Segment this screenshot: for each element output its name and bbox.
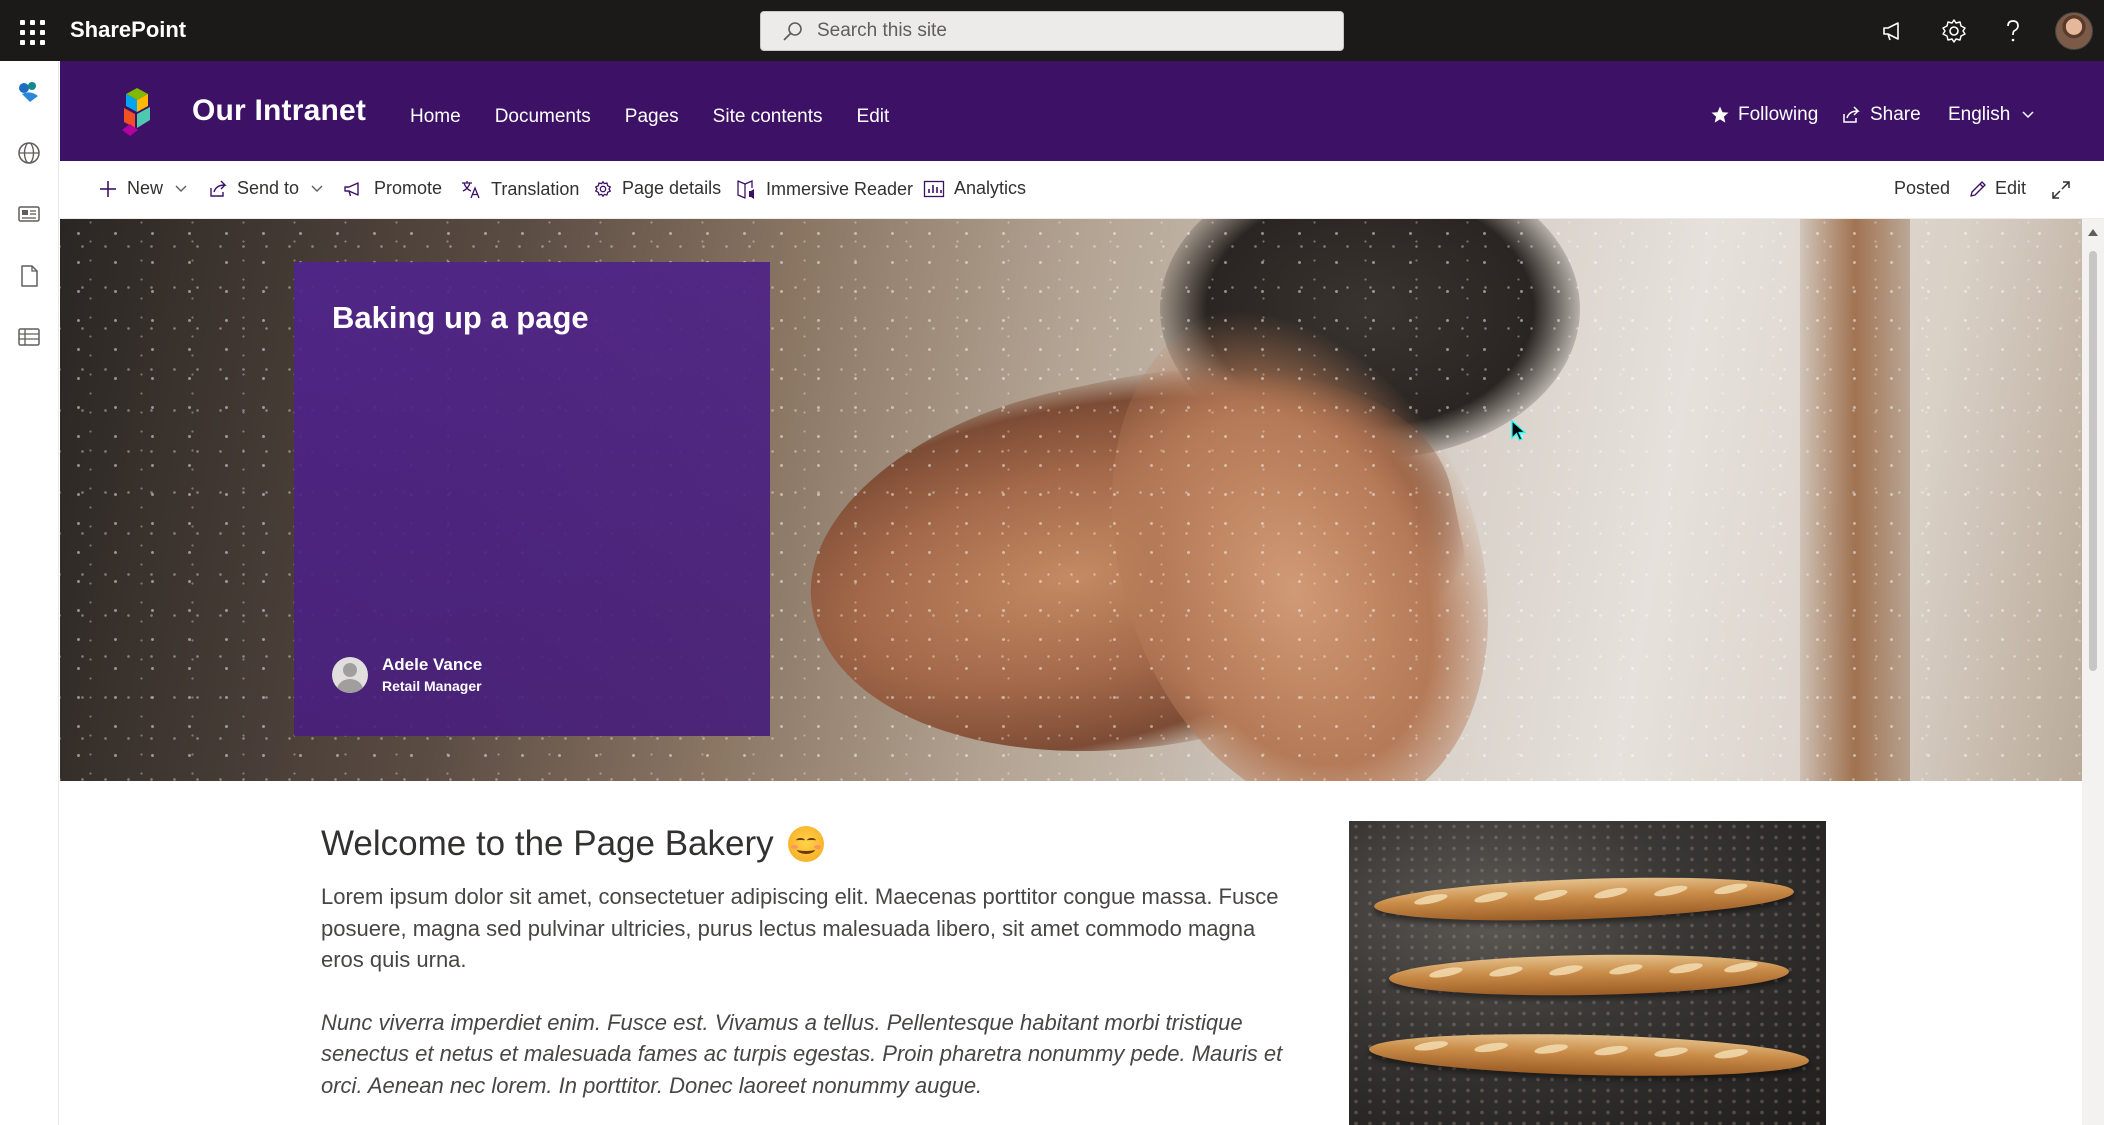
chevron-down-icon <box>311 185 323 192</box>
gear-icon <box>595 180 611 197</box>
new-button[interactable]: New <box>98 178 189 199</box>
page-title: Baking up a page <box>332 300 589 335</box>
page-canvas: Baking up a page Adele Vance Retail Mana… <box>60 219 2082 1125</box>
suite-bar: SharePoint <box>0 0 2104 61</box>
nav-item-edit[interactable]: Edit <box>857 106 890 128</box>
article-heading-text: Welcome to the Page Bakery <box>321 824 774 863</box>
command-bar: New Send to Promote Translation Page det… <box>60 161 2104 219</box>
plus-icon <box>100 180 116 197</box>
pencil-icon <box>1970 180 1986 197</box>
nav-item-site-contents[interactable]: Site contents <box>713 106 823 128</box>
share-icon <box>210 180 227 197</box>
top-navigation: Home Documents Pages Site contents Edit <box>410 106 923 128</box>
search-box[interactable] <box>760 11 1344 51</box>
posted-label: Posted <box>1894 178 1951 198</box>
sharepoint-brand[interactable]: SharePoint <box>70 17 186 43</box>
share-icon <box>1843 106 1860 123</box>
expand-icon[interactable] <box>2050 179 2072 201</box>
scroll-up-arrow-icon[interactable] <box>2088 229 2098 236</box>
megaphone-icon[interactable] <box>1878 16 1908 46</box>
translation-label: Translation <box>491 178 580 199</box>
search-input[interactable] <box>815 16 1325 46</box>
promote-label: Promote <box>374 178 443 198</box>
edit-button[interactable]: Edit <box>1968 178 2026 199</box>
title-card: Baking up a page Adele Vance Retail Mana… <box>294 262 770 736</box>
vertical-scrollbar[interactable] <box>2082 219 2104 1125</box>
analytics-label: Analytics <box>954 178 1027 198</box>
immersive-reader-icon <box>737 180 754 199</box>
author-avatar[interactable] <box>332 656 368 693</box>
list-icon[interactable] <box>14 322 44 352</box>
new-label: New <box>127 178 164 198</box>
send-to-label: Send to <box>237 178 300 198</box>
gear-icon[interactable] <box>1939 16 1969 46</box>
language-label: English <box>1948 104 2011 125</box>
site-title[interactable]: Our Intranet <box>192 94 366 128</box>
chevron-down-icon <box>175 185 187 192</box>
nav-item-documents[interactable]: Documents <box>495 106 591 128</box>
scrollbar-thumb[interactable] <box>2089 251 2097 671</box>
smiling-face-icon <box>787 826 824 862</box>
user-avatar[interactable] <box>2055 12 2093 50</box>
news-icon[interactable] <box>14 199 44 229</box>
megaphone-icon <box>344 181 359 196</box>
chevron-down-icon <box>2022 111 2034 119</box>
article-paragraph: Lorem ipsum dolor sit amet, consectetuer… <box>321 884 1279 972</box>
following-button[interactable]: Following <box>1710 104 1818 126</box>
edit-label: Edit <box>1995 178 2027 198</box>
following-label: Following <box>1738 104 1819 125</box>
article-paragraph-italic: Nunc viverra imperdiet enim. Fusce est. … <box>321 1009 1283 1098</box>
star-icon <box>1711 106 1729 123</box>
author-byline[interactable]: Adele Vance Retail Manager <box>332 655 482 694</box>
page-details-button[interactable]: Page details <box>593 178 721 199</box>
chart-icon <box>923 180 945 197</box>
posted-status: Posted <box>1894 178 1950 199</box>
site-logo[interactable] <box>110 84 164 138</box>
site-header: Our Intranet Home Documents Pages Site c… <box>60 61 2104 161</box>
immersive-reader-button[interactable]: Immersive Reader <box>735 178 913 200</box>
author-role: Retail Manager <box>382 678 482 694</box>
app-launcher-icon[interactable] <box>14 14 46 46</box>
baguettes-image <box>1349 821 1826 1125</box>
page-details-label: Page details <box>622 178 722 198</box>
translation-icon <box>462 181 480 199</box>
search-icon <box>783 22 802 41</box>
nav-item-home[interactable]: Home <box>410 106 461 128</box>
translation-button[interactable]: Translation <box>460 178 579 200</box>
language-selector[interactable]: English <box>1948 104 2036 126</box>
sharepoint-home-icon[interactable] <box>14 76 44 106</box>
nav-item-pages[interactable]: Pages <box>625 106 679 128</box>
send-to-button[interactable]: Send to <box>208 178 325 199</box>
promote-button[interactable]: Promote <box>343 178 442 199</box>
help-icon[interactable] <box>1998 16 2028 46</box>
globe-icon[interactable] <box>14 138 44 168</box>
article-text: Welcome to the Page Bakery Lorem ipsum d… <box>321 824 1301 1101</box>
app-bar <box>0 61 59 1125</box>
share-label: Share <box>1870 104 1921 125</box>
document-icon[interactable] <box>14 261 44 291</box>
analytics-button[interactable]: Analytics <box>923 178 1026 199</box>
share-button[interactable]: Share <box>1841 104 1921 126</box>
mouse-cursor-icon <box>1511 419 1527 441</box>
author-name[interactable]: Adele Vance <box>382 655 482 675</box>
hero-image: Baking up a page Adele Vance Retail Mana… <box>60 219 2082 781</box>
immersive-reader-label: Immersive Reader <box>766 178 914 199</box>
article-heading: Welcome to the Page Bakery <box>321 824 1301 864</box>
